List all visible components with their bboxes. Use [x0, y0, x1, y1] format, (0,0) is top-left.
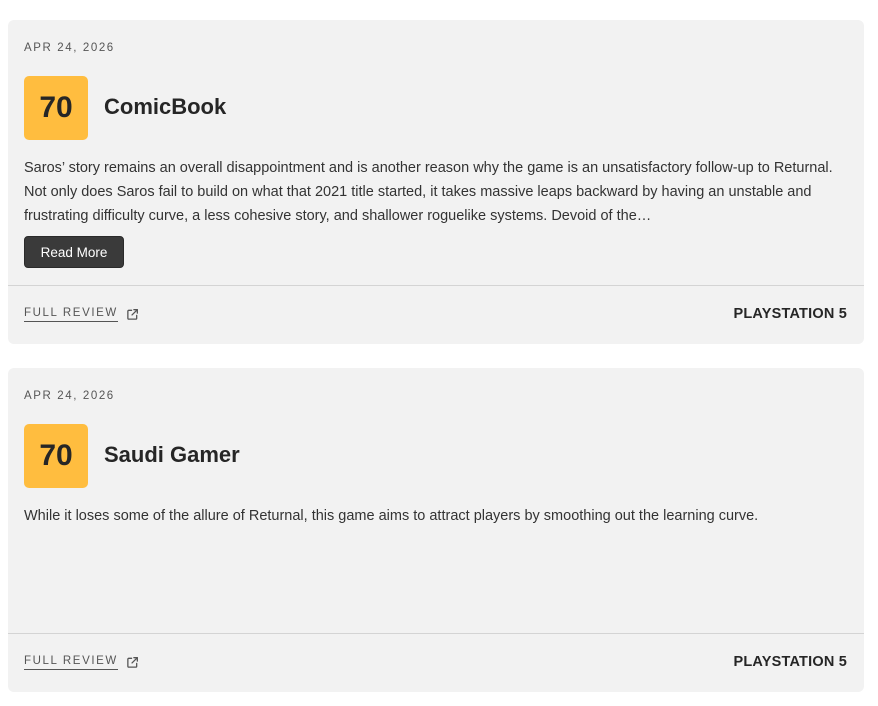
review-card: APR 24, 2026 70 ComicBook Saros’ story r… [8, 20, 864, 344]
publication-name[interactable]: ComicBook [104, 93, 226, 121]
read-more-button[interactable]: Read More [24, 236, 124, 268]
review-quote: Saros’ story remains an overall disappoi… [24, 160, 833, 224]
full-review-link[interactable]: FULL REVIEW [24, 655, 139, 670]
review-date: APR 24, 2026 [24, 42, 115, 54]
score-badge: 70 [24, 424, 88, 488]
full-review-label: FULL REVIEW [24, 655, 118, 670]
platform-label: PLAYSTATION 5 [733, 306, 847, 322]
review-quote: While it loses some of the allure of Ret… [24, 508, 759, 524]
score-badge: 70 [24, 76, 88, 140]
review-card: APR 24, 2026 70 Saudi Gamer While it los… [8, 368, 864, 692]
review-date: APR 24, 2026 [24, 390, 115, 402]
external-link-icon [127, 657, 138, 668]
full-review-link[interactable]: FULL REVIEW [24, 307, 139, 322]
card-divider [8, 285, 864, 286]
external-link-icon [127, 309, 138, 320]
platform-label: PLAYSTATION 5 [733, 654, 847, 670]
card-divider [8, 633, 864, 634]
publication-name[interactable]: Saudi Gamer [104, 441, 240, 469]
full-review-label: FULL REVIEW [24, 307, 118, 322]
